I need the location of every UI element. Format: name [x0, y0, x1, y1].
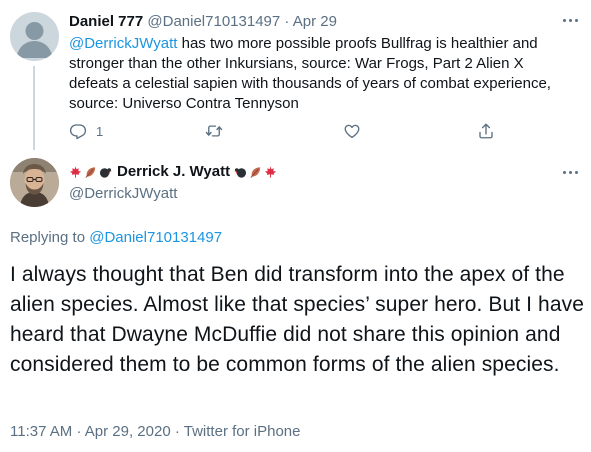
- avatar[interactable]: [10, 12, 59, 61]
- replying-to-link[interactable]: @Daniel710131497: [89, 229, 222, 246]
- display-name[interactable]: Daniel 777: [69, 13, 143, 30]
- tweet-time[interactable]: 11:37 AM: [10, 423, 72, 440]
- tweet-header: Daniel 777 @Daniel710131497 · Apr 29: [69, 12, 337, 32]
- mention-link[interactable]: @DerrickJWyatt: [69, 35, 177, 52]
- reply-count: 1: [96, 123, 104, 139]
- tweet-header: Derrick J. Wyatt: [69, 162, 279, 182]
- display-name[interactable]: Derrick J. Wyatt: [117, 162, 230, 182]
- more-icon[interactable]: [560, 14, 580, 28]
- reply-icon: [69, 124, 87, 140]
- share-icon: [479, 123, 493, 139]
- more-icon[interactable]: [560, 166, 580, 180]
- tweet-date[interactable]: Apr 29: [293, 13, 337, 30]
- retweet-button[interactable]: [205, 120, 223, 142]
- tweet-text: I always thought that Ben did transform …: [10, 263, 584, 376]
- separator: ·: [76, 423, 82, 440]
- avatar[interactable]: [10, 158, 59, 207]
- maple-leaf-emoji: [264, 165, 277, 179]
- like-icon: [344, 124, 360, 139]
- replying-prefix: Replying to: [10, 229, 90, 246]
- reply-tweet[interactable]: Daniel 777 @Daniel710131497 · Apr 29 @De…: [0, 0, 591, 150]
- tweet-meta: 11:37 AM · Apr 29, 2020 · Twitter for iP…: [10, 422, 300, 442]
- tweet-date[interactable]: Apr 29, 2020: [85, 423, 171, 440]
- separator: ·: [174, 423, 180, 440]
- maple-leaf-emoji: [69, 165, 82, 179]
- fallen-leaf-emoji: [84, 165, 97, 179]
- tweet-text: @DerrickJWyatt has two more possible pro…: [69, 34, 574, 114]
- replying-to: Replying to @Daniel710131497: [10, 228, 222, 248]
- user-handle[interactable]: @Daniel710131497: [147, 13, 280, 30]
- tweet-source[interactable]: Twitter for iPhone: [184, 423, 301, 440]
- action-bar: 1: [69, 120, 509, 142]
- like-button[interactable]: [343, 120, 361, 142]
- reply-button[interactable]: 1: [69, 120, 103, 142]
- fallen-leaf-emoji: [249, 165, 262, 179]
- separator: ·: [284, 13, 290, 30]
- turkey-emoji: [234, 165, 247, 179]
- retweet-icon: [205, 125, 223, 137]
- share-button[interactable]: [477, 120, 495, 142]
- turkey-emoji: [99, 165, 112, 179]
- thread-line: [33, 66, 35, 150]
- user-handle[interactable]: @DerrickJWyatt: [69, 184, 177, 204]
